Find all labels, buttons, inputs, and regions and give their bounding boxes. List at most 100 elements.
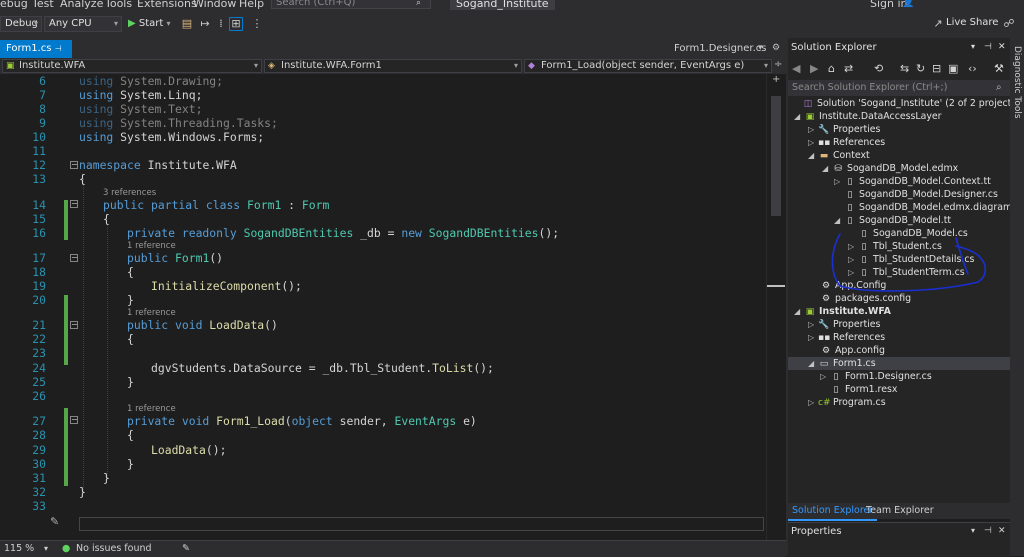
line-number: 24 [32, 361, 46, 375]
code-line: 25} [0, 375, 786, 389]
zoom-level[interactable]: 115 % [4, 541, 34, 556]
editor-scrollbar[interactable]: + [766, 74, 787, 540]
line-number: 31 [32, 471, 46, 485]
project-dropdown[interactable]: ▣ Institute.WFA ▾ [2, 59, 262, 73]
line-number: 12 [32, 158, 46, 172]
menu-help[interactable]: Help [239, 0, 264, 10]
pin-icon[interactable]: ⊣ [984, 526, 992, 536]
document-tabs: Form1.cs ⊣ ✕ Form1.Designer.cs ▾ ⚙ [0, 38, 786, 72]
chevron-down-icon: ▾ [33, 19, 38, 28]
close-icon[interactable]: ✕ [998, 526, 1006, 536]
play-icon: ▶ [128, 18, 136, 29]
namespace-text: System.Linq; [113, 88, 203, 102]
tab-form1-cs[interactable]: Form1.cs ⊣ ✕ [0, 40, 72, 72]
collapsed-icon[interactable]: ▷ [820, 370, 830, 383]
annotation-stroke [831, 233, 987, 292]
brush-icon[interactable]: ✎ [182, 541, 190, 556]
scroll-thumb[interactable] [771, 96, 781, 216]
platform-select[interactable]: Any CPU ▾ [44, 16, 122, 32]
keyword: using [79, 130, 114, 144]
layout-icon[interactable]: ⊞ [229, 17, 243, 31]
live-share-button[interactable]: Live Share [946, 17, 998, 28]
class-value: Institute.WFA.Form1 [281, 60, 382, 71]
keyword: public partial class [103, 198, 248, 212]
code-line: 11 [0, 144, 786, 158]
line-number: 33 [32, 499, 46, 513]
feedback-icon[interactable]: ☍ [1002, 17, 1016, 31]
navigation-bar: ▣ Institute.WFA ▾ ◈ Institute.WFA.Form1 ▾ ◆ F… [0, 58, 786, 75]
line-number: 25 [32, 375, 46, 389]
account-icon[interactable]: 👤 [902, 0, 914, 8]
menu-analyze[interactable]: Analyze [60, 0, 103, 10]
live-share-icon[interactable]: ↗ [932, 17, 944, 31]
tab-form1-designer[interactable]: Form1.Designer.cs [668, 40, 767, 58]
line-number: 18 [32, 265, 46, 279]
code-line: 18 { [0, 265, 786, 279]
check-circle-icon: ● [62, 543, 71, 554]
properties-panel: Properties ▾ ⊣ ✕ [788, 522, 1010, 557]
tab-list-icon[interactable]: ▾ [758, 43, 763, 53]
namespace-text: System.Windows.Forms; [113, 130, 265, 144]
diagnostic-tools-sidebar[interactable]: Diagnostic Tools [1010, 38, 1024, 556]
code-line: 24 dgvStudents.DataSource = _db.Tbl_Stude… [0, 361, 786, 375]
issues-status[interactable]: No issues found [76, 541, 152, 556]
code-line: 21 public void LoadData() [0, 318, 786, 332]
start-button[interactable]: ▶ Start ▾ [128, 16, 171, 32]
code-line: 30} [0, 457, 786, 471]
code-editor[interactable]: − − − − − ✎ 6 using System.Drawing; 7 usin… [0, 74, 786, 540]
breakpoint-icon[interactable]: ⁞ [214, 17, 228, 31]
tree-file[interactable]: ▷ ▯ Form1.Designer.cs [820, 370, 932, 383]
quick-actions-icon[interactable]: ✎ [50, 515, 59, 528]
step-icon[interactable]: ↦ [198, 17, 212, 31]
menu-tools[interactable]: Tools [105, 0, 132, 10]
folder-icon[interactable]: ▤ [180, 17, 194, 31]
tree-file-form1[interactable]: ◢ ▭ Form1.cs [808, 357, 876, 370]
keyword: namespace [79, 158, 141, 172]
member-dropdown[interactable]: ◆ Form1_Load(object sender, EventArgs e) ▾ [524, 59, 772, 73]
global-search-input[interactable]: Search (Ctrl+Q) [271, 0, 431, 9]
explorer-tabs: Solution Explorer Team Explorer [788, 503, 1010, 521]
menu-extensions[interactable]: Extensions [137, 0, 197, 10]
tree-file[interactable]: ▷ c# Program.cs [808, 396, 886, 409]
keyword: private void [127, 414, 217, 428]
line-number: 6 [39, 74, 46, 88]
tree-file[interactable]: ▯ Form1.resx [820, 383, 898, 396]
csharp-file-icon: c# [818, 398, 831, 408]
keyword: using [79, 116, 114, 130]
pin-icon[interactable]: ⊣ [55, 44, 62, 53]
tree-label: Form1.resx [845, 384, 898, 395]
brace: } [127, 457, 134, 471]
menu-window[interactable]: Window [193, 0, 236, 10]
chevron-down-icon[interactable]: ▾ [44, 541, 48, 556]
settings-icon[interactable]: ⚙ [772, 43, 780, 53]
keyword: using [79, 88, 114, 102]
split-icon[interactable]: ÷ [774, 59, 782, 70]
brace: } [127, 293, 134, 307]
dropdown-icon[interactable]: ▾ [971, 526, 975, 535]
class-icon: ◈ [268, 61, 275, 71]
tree-file[interactable]: ⚙ App.config [810, 344, 885, 357]
collapsed-icon[interactable]: ▷ [808, 396, 818, 409]
menu-debug[interactable]: ebug [0, 0, 28, 10]
highlight-annotation [831, 233, 987, 292]
chevron-down-icon: ▾ [253, 61, 258, 70]
keyword: new [401, 226, 429, 240]
code-line: 28 { [0, 428, 786, 442]
add-icon[interactable]: + [772, 74, 780, 85]
keyword: using [79, 74, 114, 88]
method-call: InitializeComponent [151, 279, 282, 293]
menu-test[interactable]: Test [32, 0, 54, 10]
diagnostic-tools-tab[interactable]: Diagnostic Tools [1012, 46, 1022, 119]
expanded-icon[interactable]: ◢ [808, 357, 818, 370]
code-line: 10 using System.Windows.Forms; [0, 130, 786, 144]
configuration-select[interactable]: Debug ▾ [0, 16, 42, 32]
tab-team-explorer[interactable]: Team Explorer [862, 503, 938, 519]
overflow-icon[interactable]: ⋮ [250, 17, 264, 31]
line-number: 30 [32, 457, 46, 471]
class-dropdown[interactable]: ◈ Institute.WFA.Form1 ▾ [264, 59, 522, 73]
toolbar: Debug ▾ Any CPU ▾ ▶ Start ▾ ▤ ↦ ⁞ ⊞ ⋮ ↗ Li… [0, 10, 1024, 38]
search-icon[interactable]: ⌕ [416, 0, 421, 8]
namespace-text: Institute.WFA [140, 158, 237, 172]
punctuation: (); [473, 361, 494, 375]
member-access: .DataSource = _db.Tbl_Student. [226, 361, 433, 375]
